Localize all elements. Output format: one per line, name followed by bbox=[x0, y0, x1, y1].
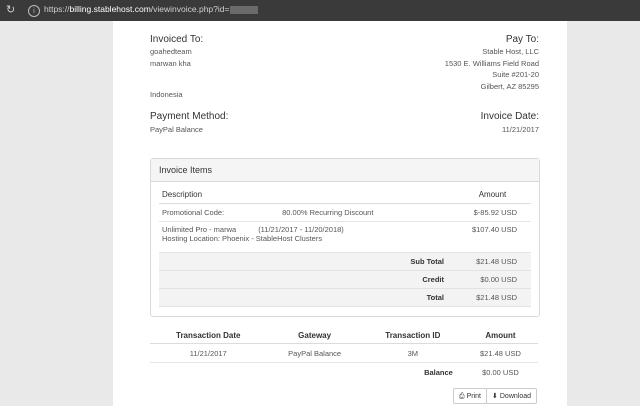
item-description: Promotional Code: 80.00% Recurring Discou… bbox=[159, 203, 454, 222]
print-label: Print bbox=[466, 393, 482, 400]
invoice-date-label: Invoice Date: bbox=[480, 111, 539, 122]
item-desc-extra: (11/21/2017 - 11/20/2018) bbox=[258, 225, 344, 234]
credit-row: Credit $0.00 USD bbox=[159, 270, 531, 289]
invoiced-to-address: goahedteam marwan kha bbox=[150, 46, 192, 69]
url-prefix: https:// bbox=[44, 4, 70, 14]
table-row: Unlimited Pro - marwa (11/21/2017 - 11/20… bbox=[159, 221, 531, 253]
sub-total-row: Sub Total $21.48 USD bbox=[159, 252, 531, 271]
download-button[interactable]: ⬇ Download bbox=[486, 388, 538, 404]
transaction-amount: $21.48 USD bbox=[462, 343, 538, 363]
item-desc-extra: 80.00% Recurring Discount bbox=[282, 208, 374, 217]
pay-to-line: Suite #201-20 bbox=[492, 70, 539, 79]
invoiced-to-label: Invoiced To: bbox=[150, 34, 204, 45]
payment-method-label: Payment Method: bbox=[150, 111, 229, 122]
url-field[interactable]: https://billing.stablehost.com/viewinvoi… bbox=[44, 4, 259, 14]
column-header-transaction-date: Transaction Date bbox=[150, 327, 267, 344]
redacted-block bbox=[230, 5, 259, 14]
url-path: /viewinvoice.php?id= bbox=[150, 4, 230, 14]
pay-to-line: Stable Host, LLC bbox=[482, 47, 539, 56]
credit-label: Credit bbox=[159, 270, 454, 289]
payment-method-value: PayPal Balance bbox=[150, 125, 203, 134]
pay-to-line: 1530 E. Williams Field Road bbox=[444, 58, 539, 68]
invoiced-to-country: Indonesia bbox=[150, 90, 183, 99]
column-header-amount: Amount bbox=[454, 186, 531, 204]
item-amount: $-85.92 USD bbox=[454, 203, 531, 222]
item-amount: $107.40 USD bbox=[454, 221, 531, 253]
reload-icon[interactable]: ↻ bbox=[6, 5, 16, 16]
invoice-date-value: 11/21/2017 bbox=[502, 125, 539, 134]
balance-label: Balance bbox=[424, 367, 453, 377]
transactions-table: Transaction Date Gateway Transaction ID … bbox=[150, 327, 538, 381]
pay-to-line: Gilbert, AZ 85295 bbox=[480, 81, 539, 91]
browser-address-bar: ↻ i https://billing.stablehost.com/viewi… bbox=[0, 0, 640, 21]
invoice-items-table: Description Amount Promotional Code: 80.0… bbox=[159, 186, 531, 307]
table-row: Promotional Code: 80.00% Recurring Discou… bbox=[159, 203, 531, 222]
pay-to-label: Pay To: bbox=[505, 34, 539, 45]
total-label: Total bbox=[159, 288, 454, 307]
print-icon: ⎙ bbox=[459, 392, 465, 400]
table-header-row: Description Amount bbox=[159, 186, 531, 204]
credit-value: $0.00 USD bbox=[454, 270, 531, 289]
transaction-date: 11/21/2017 bbox=[150, 343, 267, 363]
transaction-id: 3M bbox=[362, 343, 463, 363]
panel-heading: Invoice Items bbox=[151, 159, 539, 182]
table-row: 11/21/2017 PayPal Balance 3M $21.48 USD bbox=[150, 343, 538, 363]
invoiced-to-line: goahedteam bbox=[150, 47, 192, 56]
column-header-gateway: Gateway bbox=[266, 327, 363, 344]
invoiced-to-line: marwan kha bbox=[150, 58, 191, 68]
column-header-description: Description bbox=[159, 186, 454, 204]
panel-title: Invoice Items bbox=[159, 165, 213, 175]
sub-total-label: Sub Total bbox=[159, 252, 454, 271]
column-header-transaction-id: Transaction ID bbox=[362, 327, 463, 344]
item-desc-text: Unlimited Pro - marwa bbox=[162, 225, 237, 234]
invoice-items-panel: Invoice Items Description Amount Promoti… bbox=[150, 158, 540, 317]
item-desc-text: Promotional Code: bbox=[162, 208, 225, 217]
table-header-row: Transaction Date Gateway Transaction ID … bbox=[150, 327, 538, 344]
info-icon[interactable]: i bbox=[28, 5, 40, 17]
invoice-sheet: Invoiced To: goahedteam marwan kha Indon… bbox=[113, 21, 567, 406]
download-label: Download bbox=[499, 393, 532, 400]
total-row: Total $21.48 USD bbox=[159, 288, 531, 307]
balance-row: Balance $0.00 USD bbox=[150, 363, 538, 382]
url-host: billing.stablehost.com bbox=[69, 4, 151, 14]
transaction-gateway: PayPal Balance bbox=[266, 343, 363, 363]
column-header-amount: Amount bbox=[462, 327, 538, 344]
item-desc-line2: Hosting Location: Phoenix - StableHost C… bbox=[162, 234, 323, 243]
download-icon: ⬇ bbox=[492, 392, 498, 400]
sub-total-value: $21.48 USD bbox=[454, 252, 531, 271]
total-value: $21.48 USD bbox=[454, 288, 531, 307]
pay-to-address: Stable Host, LLC 1530 E. Williams Field … bbox=[445, 46, 539, 92]
print-button[interactable]: ⎙ Print bbox=[453, 388, 488, 404]
balance-value: $0.00 USD bbox=[482, 367, 519, 377]
item-description: Unlimited Pro - marwa (11/21/2017 - 11/20… bbox=[159, 221, 454, 253]
